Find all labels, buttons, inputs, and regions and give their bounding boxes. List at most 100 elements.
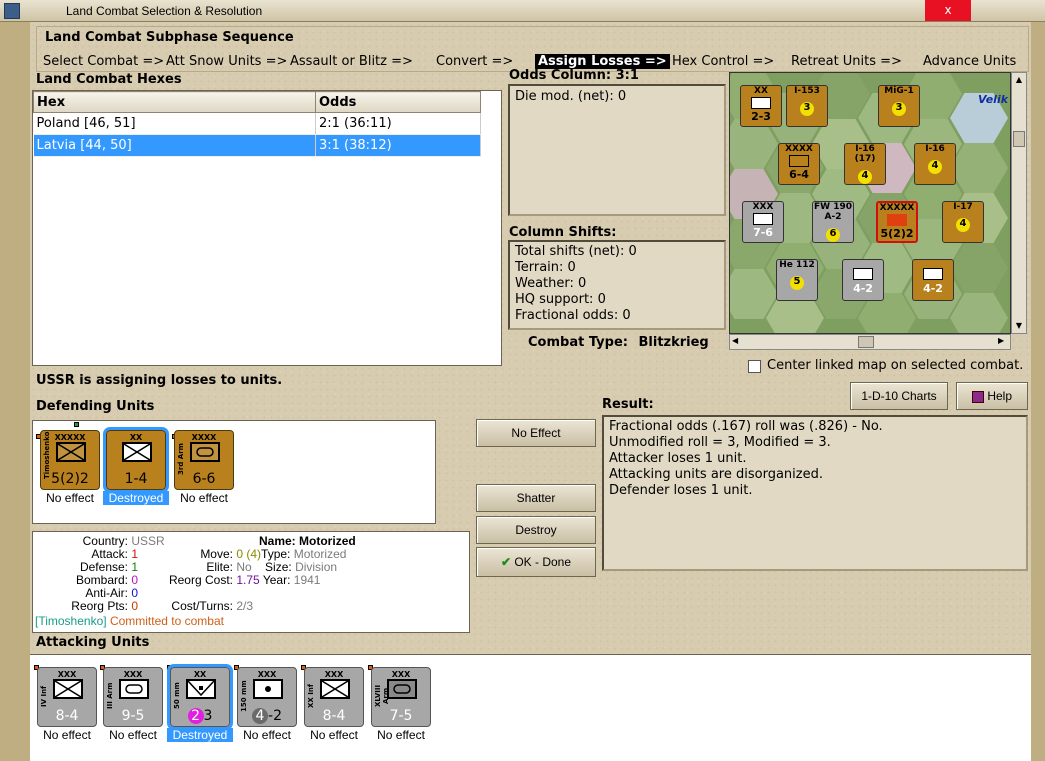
strength-badge: 2 <box>187 708 204 724</box>
help-button-label: Help <box>987 389 1013 403</box>
linked-map[interactable]: Velik XX 2-3 I-153 3 MiG-1 3 XXXX 6-4 I-… <box>729 72 1011 334</box>
attacking-heading: Attacking Units <box>36 635 150 650</box>
ok-done-button[interactable]: ✔ OK - Done <box>476 547 596 577</box>
map-counter[interactable]: FW 190 A-2 6 <box>812 201 854 243</box>
destroy-button[interactable]: Destroy <box>476 516 596 544</box>
column-shifts-heading: Column Shifts: <box>509 225 617 240</box>
map-hex <box>950 243 1008 293</box>
table-row-selected[interactable]: Latvia [44, 50] 3:1 (38:12) <box>33 134 481 157</box>
artillery-icon <box>923 268 943 280</box>
map-horizontal-scrollbar[interactable]: ◀ ▶ <box>729 334 1011 350</box>
air-strength-badge: 3 <box>800 102 814 116</box>
unit-status: No effect <box>180 491 228 505</box>
map-counter[interactable]: 4-2 <box>842 259 884 301</box>
unit-counter[interactable]: XXXX 3rd Arm 6-6 <box>174 430 234 490</box>
map-counter[interactable]: I-16 4 <box>914 143 956 185</box>
explosion-icon <box>887 214 907 226</box>
unit-counter[interactable]: XXX XX Inf 8-4 <box>304 667 364 727</box>
attacking-unit[interactable]: XXX XX Inf 8-4 No effect <box>301 667 367 742</box>
air-strength-badge: 5 <box>790 276 804 290</box>
cost-turns-value: 2/3 <box>236 599 254 613</box>
committed-status: Committed to combat <box>109 614 224 628</box>
attacking-unit[interactable]: XXX 150 mm 4 -2 No effect <box>234 667 300 742</box>
unit-marker <box>74 422 79 427</box>
step-hex-control: Hex Control => <box>672 54 775 69</box>
center-map-checkbox[interactable] <box>748 360 761 373</box>
cost-turns-row: Cost/Turns: 2/3 <box>153 599 253 613</box>
attacking-unit[interactable]: XXX XLVIII Arm 7-5 No effect <box>368 667 434 742</box>
map-counter-selected[interactable]: XXXXX 5(2)2 <box>876 201 918 243</box>
move-row: Move: 0 (4)Type: Motorized <box>153 547 346 561</box>
combat-type: Combat Type: Blitzkrieg <box>528 335 709 350</box>
unit-counter[interactable]: XXX IV Inf 8-4 <box>37 667 97 727</box>
close-button[interactable]: x <box>925 0 971 21</box>
unit-counter[interactable]: XXX XLVIII Arm 7-5 <box>371 667 431 727</box>
scroll-left-icon[interactable]: ◀ <box>732 336 742 348</box>
map-counter-size: XXXXX <box>879 203 915 213</box>
scroll-thumb[interactable] <box>1013 131 1025 147</box>
unit-counter[interactable]: XXX 150 mm 4 -2 <box>237 667 297 727</box>
odds-cell[interactable]: 3:1 (38:12) <box>315 134 481 157</box>
map-counter[interactable]: MiG-1 3 <box>878 85 920 127</box>
elite-row: Elite: No Size: Division <box>153 560 337 574</box>
move-label: Move: <box>200 547 233 561</box>
unit-counter[interactable]: XX 50 mm 23 <box>167 664 233 730</box>
scroll-up-icon[interactable]: ▲ <box>1014 75 1024 85</box>
odds-cell[interactable]: 2:1 (36:11) <box>315 112 481 135</box>
map-counter[interactable]: XXXX 6-4 <box>778 143 820 185</box>
defending-unit[interactable]: XXXXX Timoshenko 5(2)2 No effect <box>37 430 103 505</box>
scroll-down-icon[interactable]: ▼ <box>1014 321 1024 331</box>
map-counter-name: I-16 <box>925 144 945 154</box>
unit-strength: 8-4 <box>322 708 346 724</box>
bombard-label: Bombard: <box>75 573 128 587</box>
subphase-heading: Land Combat Subphase Sequence <box>45 30 294 45</box>
unit-counter[interactable]: XX 1-4 <box>103 427 169 493</box>
map-counter[interactable]: I-16 (17) 4 <box>844 143 886 185</box>
help-button[interactable]: Help <box>956 382 1028 410</box>
column-header-odds[interactable]: Odds <box>315 91 481 113</box>
unit-status: No effect <box>377 728 425 742</box>
defense-value: 1 <box>131 560 139 574</box>
result-heading: Result: <box>602 397 654 412</box>
column-header-hex[interactable]: Hex <box>33 91 316 113</box>
unit-counter[interactable]: XXXXX Timoshenko 5(2)2 <box>40 430 100 490</box>
result-box: Fractional odds (.167) roll was (.826) -… <box>602 415 1028 571</box>
map-counter[interactable]: XXX 7-6 <box>742 201 784 243</box>
defending-unit[interactable]: XXXX 3rd Arm 6-6 No effect <box>171 430 237 505</box>
map-counter-size: XXX <box>752 202 774 212</box>
attacking-unit[interactable]: XXX III Arm 9-5 No effect <box>100 667 166 742</box>
infantry-icon <box>751 97 771 109</box>
map-counter[interactable]: I-153 3 <box>786 85 828 127</box>
attacking-unit[interactable]: XXX IV Inf 8-4 No effect <box>34 667 100 742</box>
app-icon <box>4 3 20 19</box>
help-book-icon <box>971 390 984 403</box>
hexes-list[interactable]: Hex Odds Poland [46, 51] 2:1 (36:11) Lat… <box>32 90 502 366</box>
combat-type-label: Combat Type: <box>528 335 628 350</box>
map-counter[interactable]: I-17 4 <box>942 201 984 243</box>
table-row[interactable]: Poland [46, 51] 2:1 (36:11) <box>33 112 481 135</box>
map-vertical-scrollbar[interactable]: ▲ ▼ <box>1011 72 1027 334</box>
map-counter[interactable]: 4-2 <box>912 259 954 301</box>
antiair-row: Anti-Air: 0 <box>33 586 138 600</box>
map-counter-strength: 4-2 <box>853 282 873 295</box>
hex-cell[interactable]: Poland [46, 51] <box>33 112 316 135</box>
unit-counter[interactable]: XXX III Arm 9-5 <box>103 667 163 727</box>
attacking-unit-selected[interactable]: XX 50 mm 23 Destroyed <box>167 664 233 742</box>
charts-button[interactable]: 1-D-10 Charts <box>850 382 948 410</box>
artillery-icon <box>853 268 873 280</box>
armor-icon <box>190 442 220 462</box>
no-effect-button[interactable]: No Effect <box>476 419 596 447</box>
attacking-units-panel: XXX IV Inf 8-4 No effect XXX III Arm 9-5… <box>30 654 1031 761</box>
map-counter[interactable]: He 112 5 <box>776 259 818 301</box>
step-retreat-units: Retreat Units => <box>791 54 902 69</box>
unit-size: XX <box>129 433 143 442</box>
map-counter[interactable]: XX 2-3 <box>740 85 782 127</box>
reorg-pts-value: 0 <box>131 599 139 613</box>
step-select-combat: Select Combat => <box>43 54 165 69</box>
defending-unit-selected[interactable]: XX 1-4 Destroyed <box>103 427 169 505</box>
hex-cell[interactable]: Latvia [44, 50] <box>33 134 316 157</box>
scroll-thumb[interactable] <box>858 336 874 348</box>
scroll-right-icon[interactable]: ▶ <box>998 336 1008 348</box>
shatter-button[interactable]: Shatter <box>476 484 596 512</box>
unit-status: Destroyed <box>167 728 233 742</box>
